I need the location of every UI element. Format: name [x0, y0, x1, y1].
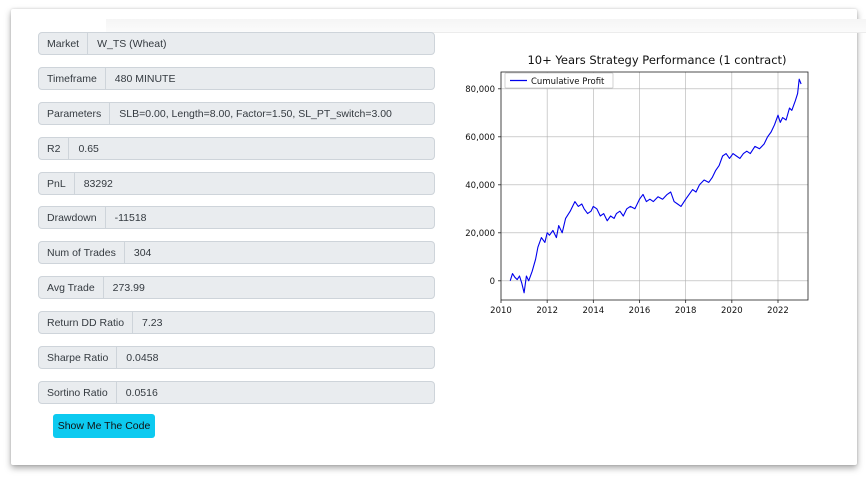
market-field: Market W_TS (Wheat): [38, 32, 435, 55]
series-line-cumulative-profit: [509, 78, 802, 294]
x-tick-label: 2016: [629, 306, 651, 316]
y-tick-label: 0: [490, 277, 495, 287]
num-trades-field: Num of Trades 304: [38, 241, 435, 264]
sharpe-value: 0.0458: [126, 351, 159, 364]
r2-label: R2: [39, 138, 70, 159]
r2-value: 0.65: [78, 142, 99, 155]
top-bar: [106, 19, 866, 33]
chart-title: 10+ Years Strategy Performance (1 contra…: [527, 53, 786, 67]
drawdown-field: Drawdown -11518: [38, 206, 435, 229]
sharpe-label: Sharpe Ratio: [39, 347, 118, 368]
legend-label: Cumulative Profit: [531, 77, 605, 87]
avg-trade-label: Avg Trade: [39, 277, 104, 298]
y-tick-label: 60,000: [465, 133, 495, 143]
timeframe-label: Timeframe: [39, 68, 106, 89]
show-code-button[interactable]: Show Me The Code: [53, 414, 155, 438]
r2-field: R2 0.65: [38, 137, 435, 160]
pnl-label: PnL: [39, 173, 75, 194]
pnl-value: 83292: [83, 177, 113, 190]
avg-trade-value: 273.99: [112, 281, 145, 294]
x-tick-label: 2010: [490, 306, 512, 316]
sortino-label: Sortino Ratio: [39, 382, 117, 403]
y-tick-label: 40,000: [465, 181, 495, 191]
performance-chart: 10+ Years Strategy Performance (1 contra…: [465, 53, 809, 316]
return-dd-field: Return DD Ratio 7.23: [38, 311, 435, 334]
x-tick-label: 2020: [721, 306, 743, 316]
drawdown-value: -11518: [114, 211, 147, 224]
return-dd-label: Return DD Ratio: [39, 312, 134, 333]
timeframe-value: 480 MINUTE: [114, 72, 176, 85]
x-tick-label: 2022: [767, 306, 789, 316]
parameters-field: Parameters SLB=0.00, Length=8.00, Factor…: [38, 102, 435, 125]
chart-grid: [500, 72, 808, 300]
x-tick-label: 2018: [675, 306, 697, 316]
num-trades-label: Num of Trades: [39, 242, 125, 263]
market-label: Market: [39, 33, 89, 54]
num-trades-value: 304: [133, 246, 152, 259]
market-value: W_TS (Wheat): [97, 37, 167, 50]
return-dd-value: 7.23: [142, 316, 163, 329]
chart-legend: Cumulative Profit: [504, 72, 614, 89]
timeframe-field: Timeframe 480 MINUTE: [38, 67, 435, 90]
pnl-field: PnL 83292: [38, 172, 435, 195]
drawdown-label: Drawdown: [39, 207, 106, 228]
sortino-value: 0.0516: [125, 386, 158, 399]
sharpe-field: Sharpe Ratio 0.0458: [38, 346, 435, 369]
y-tick-label: 20,000: [465, 229, 495, 239]
avg-trade-field: Avg Trade 273.99: [38, 276, 435, 299]
parameters-value: SLB=0.00, Length=8.00, Factor=1.50, SL_P…: [119, 107, 392, 120]
sortino-field: Sortino Ratio 0.0516: [38, 381, 435, 404]
x-tick-label: 2014: [583, 306, 605, 316]
chart-axes: 2010 2012 2014 2016 2018 2020 2022 0 20,000 40,00…: [465, 85, 789, 316]
parameters-label: Parameters: [39, 103, 111, 124]
x-tick-label: 2012: [536, 306, 558, 316]
y-tick-label: 80,000: [465, 85, 495, 95]
